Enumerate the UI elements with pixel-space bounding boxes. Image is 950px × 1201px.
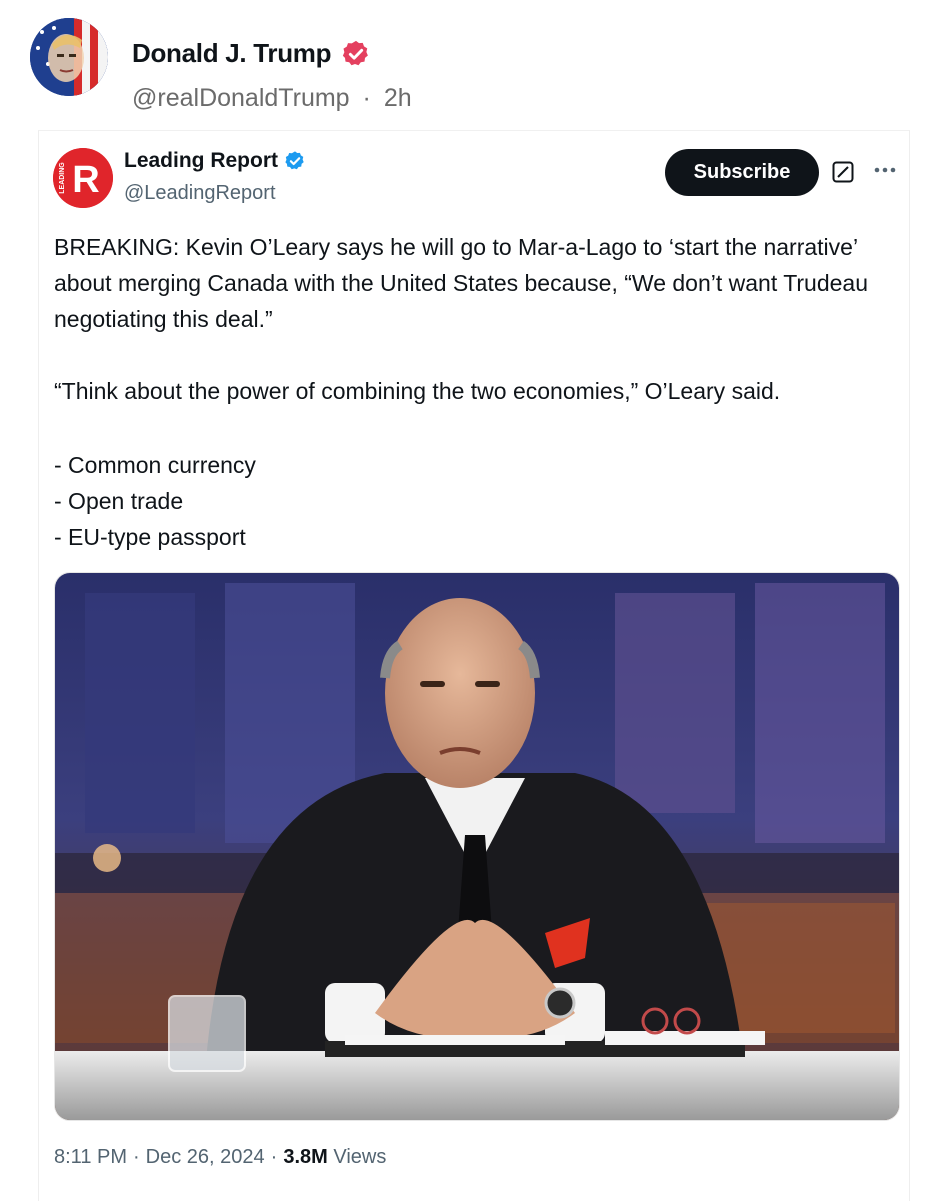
separator-dot: · [362, 84, 371, 112]
grok-icon[interactable] [832, 161, 854, 183]
tweet-list-item: - Open trade [54, 488, 184, 514]
quoted-avatar[interactable]: R LEADING [53, 148, 113, 208]
quoted-post-card[interactable]: R LEADING Leading Report @LeadingReport … [38, 130, 910, 1201]
quoted-author-handle[interactable]: @LeadingReport [124, 182, 276, 205]
subscribe-button[interactable]: Subscribe [665, 149, 819, 196]
photo-man-at-desk [55, 573, 899, 1120]
tweet-media-image[interactable] [54, 572, 900, 1121]
post-header: Donald J. Trump @realDonaldTrump · 2h [30, 18, 910, 112]
avatar-image [30, 18, 108, 96]
tweet-text: BREAKING: Kevin O’Leary says he will go … [54, 229, 894, 555]
author-handle[interactable]: @realDonaldTrump [132, 84, 350, 113]
more-options-icon[interactable] [872, 160, 898, 180]
avatar[interactable] [30, 18, 108, 96]
leading-report-logo-icon: R LEADING [53, 148, 113, 208]
tweet-list-item: - EU-type passport [54, 524, 246, 550]
author-name[interactable]: Donald J. Trump [132, 38, 331, 69]
post-meta: 8:11 PM · Dec 26, 2024 · 3.8M Views [54, 1146, 386, 1169]
author-name-row: Donald J. Trump [132, 38, 371, 69]
post-time[interactable]: 2h [384, 84, 412, 113]
quoted-author-name[interactable]: Leading Report [124, 149, 278, 173]
views-count[interactable]: 3.8M [283, 1146, 327, 1168]
tweet-list-item: - Common currency [54, 452, 256, 478]
tweet-paragraph-1: BREAKING: Kevin O’Leary says he will go … [54, 234, 869, 332]
verified-badge-icon [285, 151, 304, 170]
author-handle-row: @realDonaldTrump · 2h [132, 84, 412, 113]
views-label: Views [333, 1146, 387, 1168]
separator-dot: · [270, 1146, 278, 1168]
post-timestamp[interactable]: 8:11 PM [54, 1146, 127, 1169]
post-date[interactable]: Dec 26, 2024 [146, 1146, 265, 1169]
separator-dot: · [133, 1146, 140, 1168]
svg-text:LEADING: LEADING [59, 162, 66, 194]
quoted-name-row: Leading Report [124, 149, 306, 173]
verified-badge-icon [343, 40, 369, 65]
tweet-paragraph-2: “Think about the power of combining the … [54, 378, 781, 404]
svg-text:R: R [72, 159, 99, 201]
